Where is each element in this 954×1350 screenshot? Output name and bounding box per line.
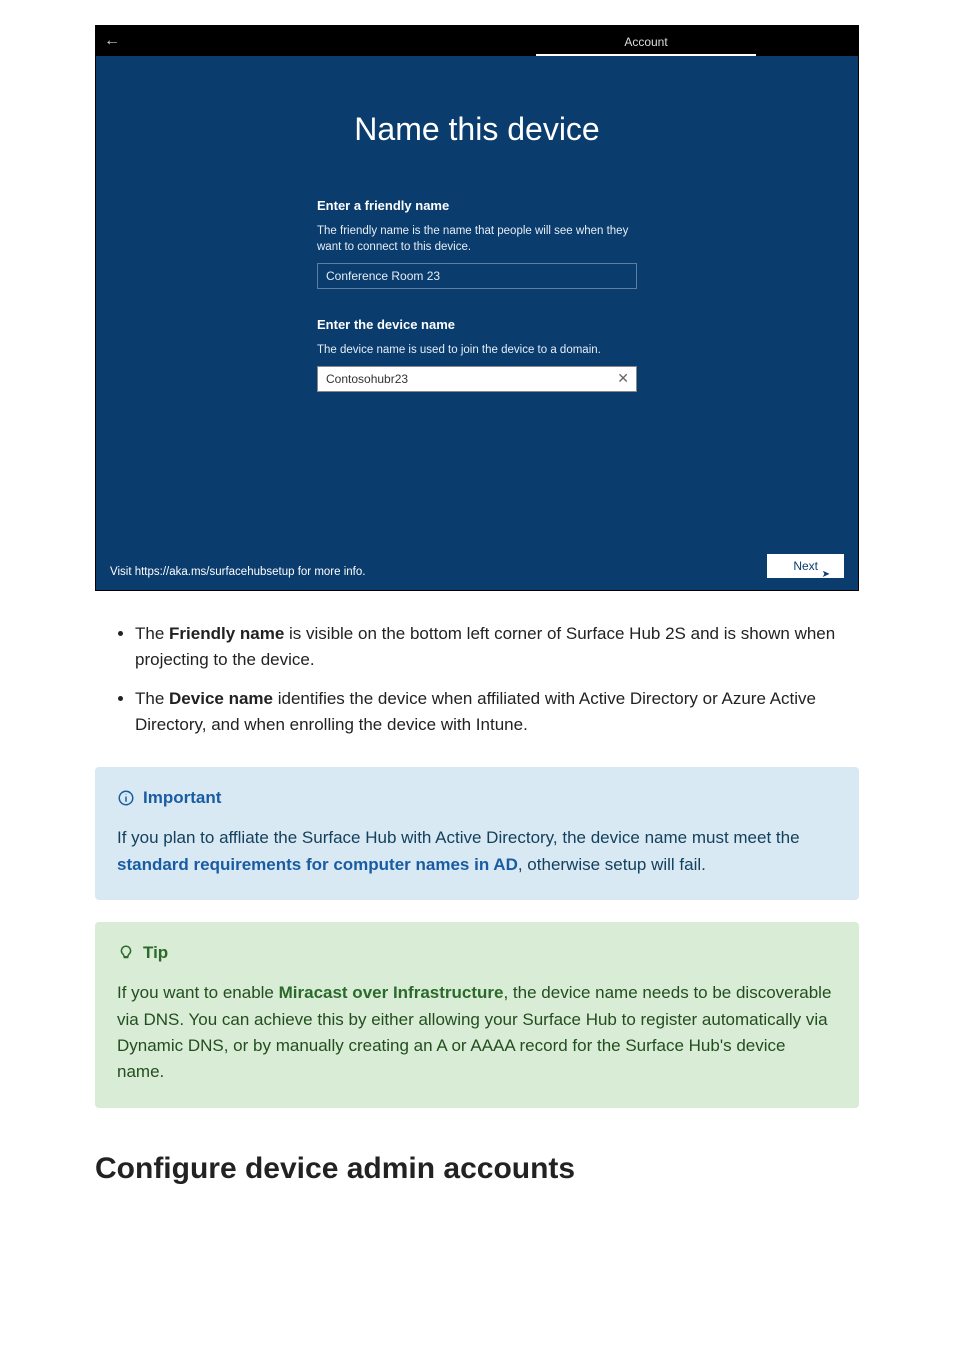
- oobe-screenshot: ← Account Name this device Enter a frien…: [95, 25, 859, 591]
- device-name-label: Enter the device name: [317, 317, 637, 332]
- device-name-desc: The device name is used to join the devi…: [317, 342, 637, 358]
- clear-icon[interactable]: ✕: [617, 370, 629, 387]
- info-icon: [117, 789, 135, 807]
- list-item: The Device name identifies the device wh…: [135, 686, 859, 737]
- tip-title: Tip: [117, 940, 837, 966]
- cursor-icon: ➤: [822, 569, 830, 580]
- important-callout: Important If you plan to affliate the Su…: [95, 767, 859, 900]
- oobe-body: Name this device Enter a friendly name T…: [96, 56, 858, 590]
- friendly-name-input[interactable]: [317, 263, 637, 289]
- description-list: The Friendly name is visible on the bott…: [95, 621, 859, 737]
- oobe-footer-link[interactable]: Visit https://aka.ms/surfacehubsetup for…: [110, 566, 365, 578]
- tip-body: If you want to enable Miracast over Infr…: [117, 980, 837, 1085]
- next-button[interactable]: Next ➤: [767, 554, 844, 578]
- important-title: Important: [117, 785, 837, 811]
- section-heading-configure-admin: Configure device admin accounts: [95, 1146, 859, 1191]
- friendly-name-desc: The friendly name is the name that peopl…: [317, 223, 637, 255]
- miracast-link[interactable]: Miracast over Infrastructure: [279, 983, 504, 1002]
- important-body: If you plan to affliate the Surface Hub …: [117, 825, 837, 878]
- friendly-name-label: Enter a friendly name: [317, 198, 637, 213]
- next-button-label: Next: [793, 559, 818, 573]
- oobe-title: Name this device: [96, 56, 858, 148]
- ad-requirements-link[interactable]: standard requirements for computer names…: [117, 855, 518, 874]
- device-name-input[interactable]: [317, 366, 637, 392]
- list-item: The Friendly name is visible on the bott…: [135, 621, 859, 672]
- oobe-form: Enter a friendly name The friendly name …: [317, 198, 637, 420]
- oobe-tab-account[interactable]: Account: [536, 30, 756, 56]
- lightbulb-icon: [117, 944, 135, 962]
- tip-callout: Tip If you want to enable Miracast over …: [95, 922, 859, 1108]
- back-arrow-icon[interactable]: ←: [96, 32, 130, 56]
- oobe-topbar: ← Account: [96, 26, 858, 56]
